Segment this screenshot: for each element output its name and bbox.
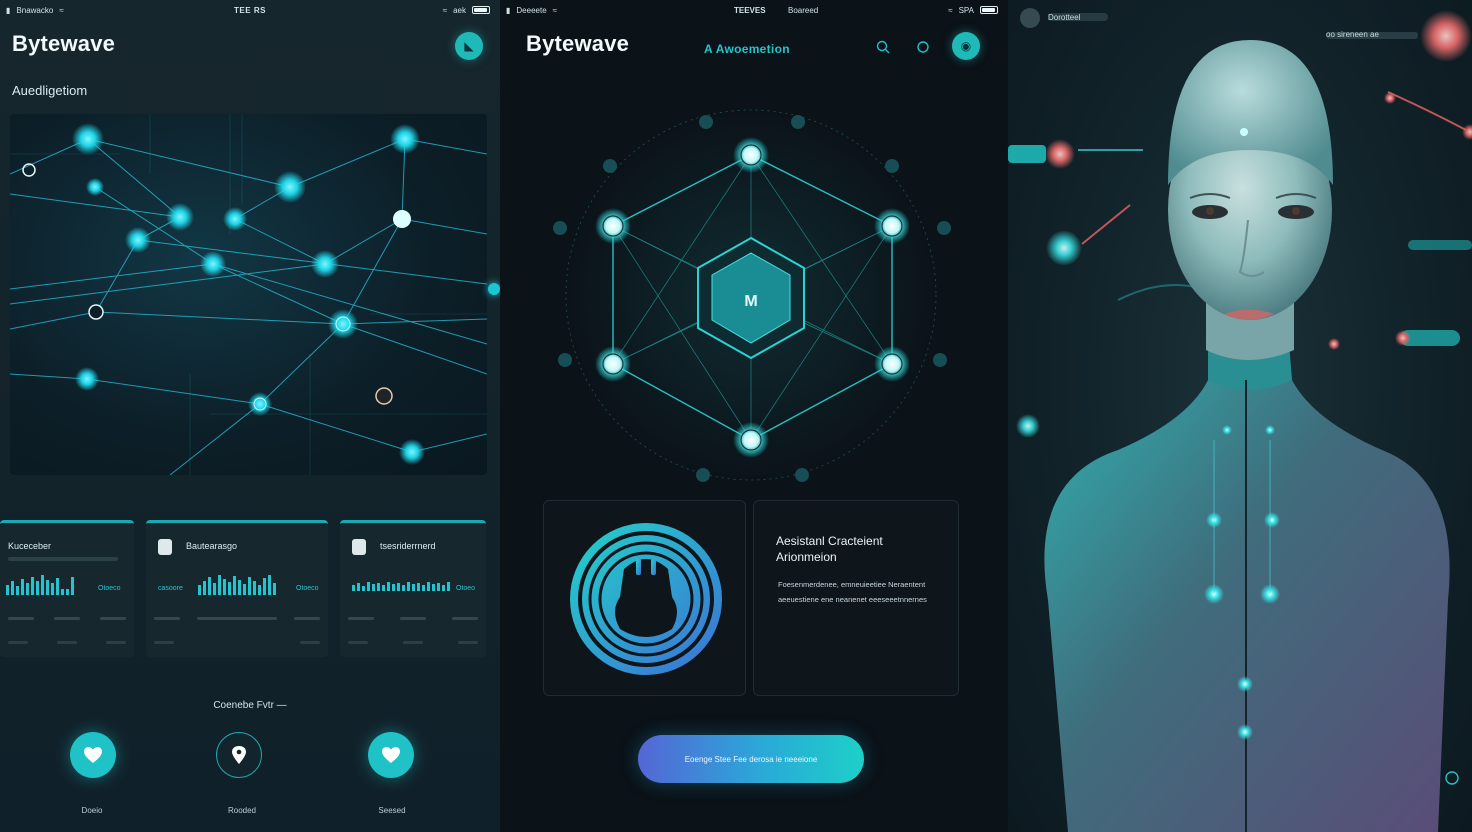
assistant-logo: [570, 523, 722, 675]
app-title: Bytewave: [526, 31, 630, 56]
card-footer-row: [348, 641, 478, 645]
app-title: Bytewave: [12, 31, 116, 56]
metric-card[interactable]: tsesriderrnerd Otoeo: [340, 520, 486, 657]
card-value-label: Otoeo: [456, 585, 476, 592]
connect-button-doeio[interactable]: [70, 732, 116, 778]
heart-icon: [84, 747, 102, 763]
location-pin-icon: [232, 746, 246, 764]
card-footer-row: [154, 641, 320, 645]
wifi-icon: ≈: [552, 5, 558, 15]
battery-icon: [980, 6, 998, 14]
network-graph: [10, 114, 487, 475]
leaf-icon: ◣: [464, 39, 474, 53]
card-value-label: Otoeco: [98, 585, 121, 592]
status-battery-text: aek: [453, 5, 466, 15]
wifi-icon: ≈: [948, 5, 953, 15]
avatar-panel: Dorotteel oo sireneen ae: [1008, 0, 1472, 832]
feature-description: Foesenmerdenee, emneuieetiee Neraentent …: [778, 580, 927, 604]
connect-button-label: Seesed: [378, 806, 406, 815]
card-footer-row: [8, 641, 126, 645]
eye-icon: ◉: [960, 39, 972, 53]
connect-button-rooded[interactable]: [216, 732, 262, 778]
status-battery-text: SPA: [958, 5, 974, 15]
page-subtitle: A Awoemetion: [704, 42, 790, 56]
profile-button[interactable]: ◣: [455, 32, 483, 60]
feature-card-logo[interactable]: [543, 500, 746, 696]
metric-cards: Kuceceber Otoeco Bautearasgo casoore Oto…: [0, 520, 500, 660]
status-bar: ▮ Deeeete ≈ TEEVES Boareed ≈ SPA: [500, 4, 1008, 16]
status-time: TEE RS: [234, 5, 266, 15]
avatar-tag-left: Dorotteel: [1048, 13, 1081, 22]
battery-icon: [472, 6, 490, 14]
card-title: tsesriderrnerd: [380, 541, 436, 551]
connect-button-label: Rooded: [227, 806, 257, 815]
profile-button[interactable]: ◉: [952, 32, 980, 60]
status-carrier: Deeeete: [516, 5, 547, 15]
wifi-icon: ≈: [442, 5, 448, 15]
refresh-icon: [917, 41, 929, 53]
hex-network-graphic: M: [553, 105, 951, 485]
card-value-label: Otoeco: [296, 585, 319, 592]
section-title: Auedligetiom: [12, 83, 88, 98]
automation-panel: ▮ Deeeete ≈ TEEVES Boareed ≈ SPA Bytewave A…: [500, 0, 1008, 832]
network-visualization: [10, 114, 487, 475]
refresh-button[interactable]: [914, 38, 932, 56]
card-title: Kuceceber: [8, 541, 52, 551]
metric-card[interactable]: Bautearasgo casoore Otoeco: [146, 520, 328, 657]
status-network: Boareed: [788, 5, 819, 15]
card-title: Bautearasgo: [186, 541, 238, 551]
card-bar-sparkline: [6, 573, 74, 595]
search-icon: [876, 40, 890, 54]
device-icon: [352, 539, 366, 555]
humanoid-avatar-illustration: [1008, 8, 1472, 832]
screen: ▮ Bnawacko ≈ TEE RS ≈ aek Bytewave ◣ Auedli…: [0, 0, 1472, 832]
card-meta-row: [348, 617, 478, 621]
card-subtitle-bar: [8, 557, 118, 561]
automation-hex-diagram: M: [540, 100, 970, 500]
connect-button-label: Doeio: [81, 806, 103, 815]
search-button[interactable]: [874, 38, 892, 56]
device-icon: [158, 539, 172, 555]
status-time: TEEVES: [734, 5, 766, 15]
card-meta-row: [154, 617, 320, 621]
feature-card-description[interactable]: Aesistanl Cracteient Arionmeion Foesenme…: [753, 500, 959, 696]
robot-icon: M: [744, 293, 757, 310]
connect-section-label: Coenebe Fvtr —: [213, 700, 287, 711]
scroll-handle[interactable]: [488, 283, 500, 295]
card-bar-sparkline: [352, 581, 450, 591]
connect-button-seesed[interactable]: [368, 732, 414, 778]
card-bar-sparkline: [198, 573, 276, 595]
card-meta-row: [8, 617, 126, 621]
card-label-left: casoore: [158, 585, 183, 592]
heart-icon: [382, 747, 400, 763]
metric-card[interactable]: Kuceceber Otoeco: [0, 520, 134, 657]
feature-title: Aesistanl Cracteient Arionmeion: [776, 534, 883, 564]
signal-icon: ▮: [506, 5, 511, 15]
dashboard-panel: ▮ Bnawacko ≈ TEE RS ≈ aek Bytewave ◣ Auedli…: [0, 0, 500, 832]
status-bar: ▮ Bnawacko ≈ TEE RS ≈ aek: [0, 4, 500, 16]
cta-button[interactable]: Eoenge Stee Fee derosa ie neeeione: [638, 735, 864, 783]
avatar-tag-right: oo sireneen ae: [1326, 30, 1379, 39]
